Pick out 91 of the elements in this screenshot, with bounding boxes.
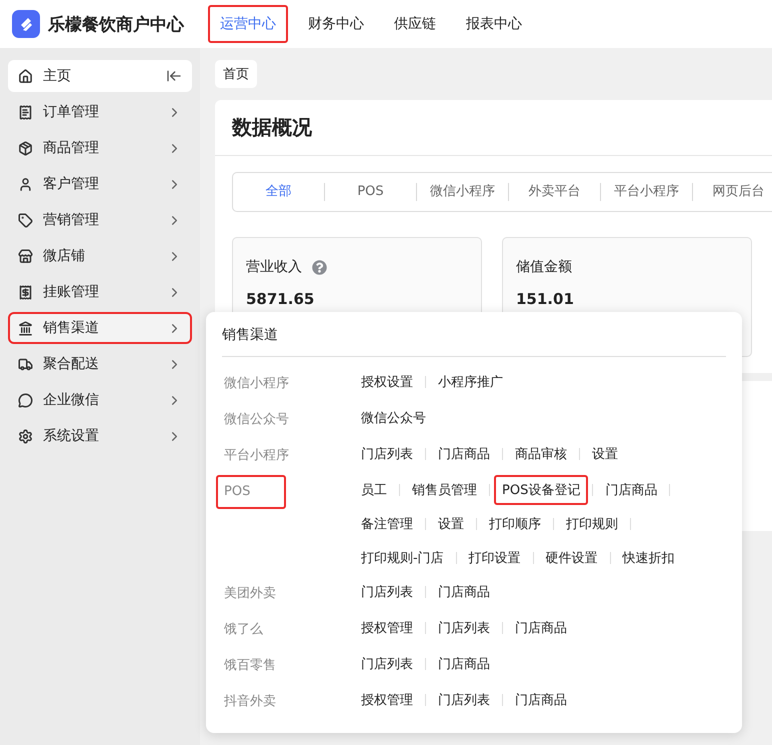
stat-value: 151.01 [516, 290, 575, 308]
sidebar-label: 商品管理 [43, 139, 100, 157]
sidebar-item[interactable]: 订单管理 [8, 96, 192, 128]
sidebar-label: 销售渠道 [43, 319, 100, 337]
nav-tab[interactable]: 供应链 [382, 5, 448, 43]
menu-link[interactable]: 门店列表 [353, 577, 421, 607]
sidebar-item[interactable]: 销售渠道 [8, 312, 192, 344]
menu-link[interactable]: 打印设置 [460, 543, 529, 573]
sidebar-item[interactable]: 客户管理 [8, 168, 192, 200]
collapse-icon[interactable] [166, 68, 182, 84]
sidebar-label: 订单管理 [43, 103, 100, 121]
channel-tab[interactable]: 外卖平台 [508, 183, 600, 201]
menu-link[interactable]: 授权管理 [353, 613, 421, 643]
truck-icon [18, 356, 33, 372]
menu-link[interactable]: 门店商品 [597, 475, 666, 505]
menu-link[interactable]: 门店列表 [353, 439, 421, 469]
channel-label: 微信公众号 [223, 411, 290, 429]
channel-tab[interactable]: 全部 [233, 183, 324, 201]
brand-name: 乐檬餐饮商户中心 [48, 14, 184, 36]
menu-link[interactable]: POS设备登记 [494, 475, 588, 505]
menu-link[interactable]: 授权管理 [353, 685, 421, 715]
card-title: 数据概况 [215, 100, 772, 156]
nav-tab[interactable]: 报表中心 [454, 5, 534, 43]
menu-link[interactable]: 门店商品 [430, 439, 498, 469]
menu-link[interactable]: 打印顺序 [481, 509, 549, 539]
stat-label: 营业收入 [246, 258, 302, 276]
sidebar-label: 营销管理 [43, 211, 100, 229]
menu-link[interactable]: 设置 [430, 509, 472, 539]
settings-icon [18, 428, 33, 444]
menu-link[interactable]: 打印规则 [558, 509, 626, 539]
menu-link[interactable]: 授权设置 [353, 367, 421, 397]
breadcrumb-tab[interactable]: 首页 [215, 60, 257, 88]
menu-link[interactable]: 销售员管理 [404, 475, 485, 505]
sidebar-label: 微店铺 [43, 247, 86, 265]
menu-link[interactable]: 打印规则-门店 [353, 543, 452, 573]
sidebar-item[interactable]: 主页 [8, 60, 192, 92]
help-icon[interactable] [312, 260, 327, 274]
nav-tab[interactable]: 运营中心 [208, 5, 288, 43]
channel-label: 饿百零售 [223, 657, 277, 675]
sidebar-label: 聚合配送 [43, 355, 100, 373]
menu-link[interactable]: 快速折扣 [614, 543, 683, 573]
channel-label: POS [216, 475, 286, 509]
channel-tab[interactable]: 平台小程序 [600, 183, 692, 201]
menu-link[interactable]: 小程序推广 [430, 367, 511, 397]
menu-link[interactable]: 门店商品 [507, 685, 575, 715]
sidebar-item[interactable]: 商品管理 [8, 132, 192, 164]
logo-icon [12, 10, 40, 38]
sidebar-item[interactable]: 系统设置 [8, 420, 192, 452]
menu-link[interactable]: 备注管理 [353, 509, 421, 539]
menu-link[interactable]: 设置 [584, 439, 626, 469]
package-icon [18, 140, 33, 156]
menu-link[interactable]: 门店列表 [353, 649, 421, 679]
store-icon [18, 248, 33, 264]
sidebar-item[interactable]: 企业微信 [8, 384, 192, 416]
channel-tab[interactable]: 微信小程序 [416, 183, 508, 201]
menu-link[interactable]: 门店列表 [430, 685, 498, 715]
menu-link[interactable]: 微信公众号 [353, 403, 434, 433]
sidebar-item[interactable]: 微店铺 [8, 240, 192, 272]
menu-link[interactable]: 门店商品 [507, 613, 575, 643]
menu-link[interactable]: 门店商品 [430, 649, 498, 679]
nav-tab[interactable]: 财务中心 [296, 5, 376, 43]
channel-label: 饿了么 [223, 621, 264, 639]
receipt-icon [18, 104, 33, 120]
menu-link[interactable]: 员工 [353, 475, 395, 505]
bank-icon [18, 320, 33, 336]
sidebar-label: 客户管理 [43, 175, 100, 193]
channel-tab[interactable]: 网页后台 [692, 183, 772, 201]
sidebar-item[interactable]: 聚合配送 [8, 348, 192, 380]
menu-link[interactable]: 门店商品 [430, 577, 498, 607]
menu-link[interactable]: 门店列表 [430, 613, 498, 643]
chat-bubble-icon [18, 392, 33, 408]
sidebar-label: 系统设置 [43, 427, 100, 445]
channel-tab[interactable]: POS [324, 183, 416, 201]
menu-title: 销售渠道 [222, 312, 726, 357]
menu-link[interactable]: 硬件设置 [538, 543, 606, 573]
sidebar-label: 挂账管理 [43, 283, 100, 301]
home-icon [18, 68, 33, 84]
menu-link[interactable]: 商品审核 [507, 439, 575, 469]
sidebar-item[interactable]: 营销管理 [8, 204, 192, 236]
sidebar-label: 企业微信 [43, 391, 100, 409]
stat-value: 5871.65 [246, 290, 316, 308]
person-icon [18, 176, 33, 192]
stat-label: 储值金额 [516, 258, 572, 276]
tag-icon [18, 212, 33, 228]
receipt-icon [18, 284, 33, 300]
sidebar-item[interactable]: 挂账管理 [8, 276, 192, 308]
sidebar-label: 主页 [43, 67, 72, 85]
channel-label: 抖音外卖 [223, 693, 277, 711]
channel-label: 平台小程序 [223, 447, 290, 465]
channel-label: 美团外卖 [223, 585, 277, 603]
channel-label: 微信小程序 [223, 375, 290, 393]
